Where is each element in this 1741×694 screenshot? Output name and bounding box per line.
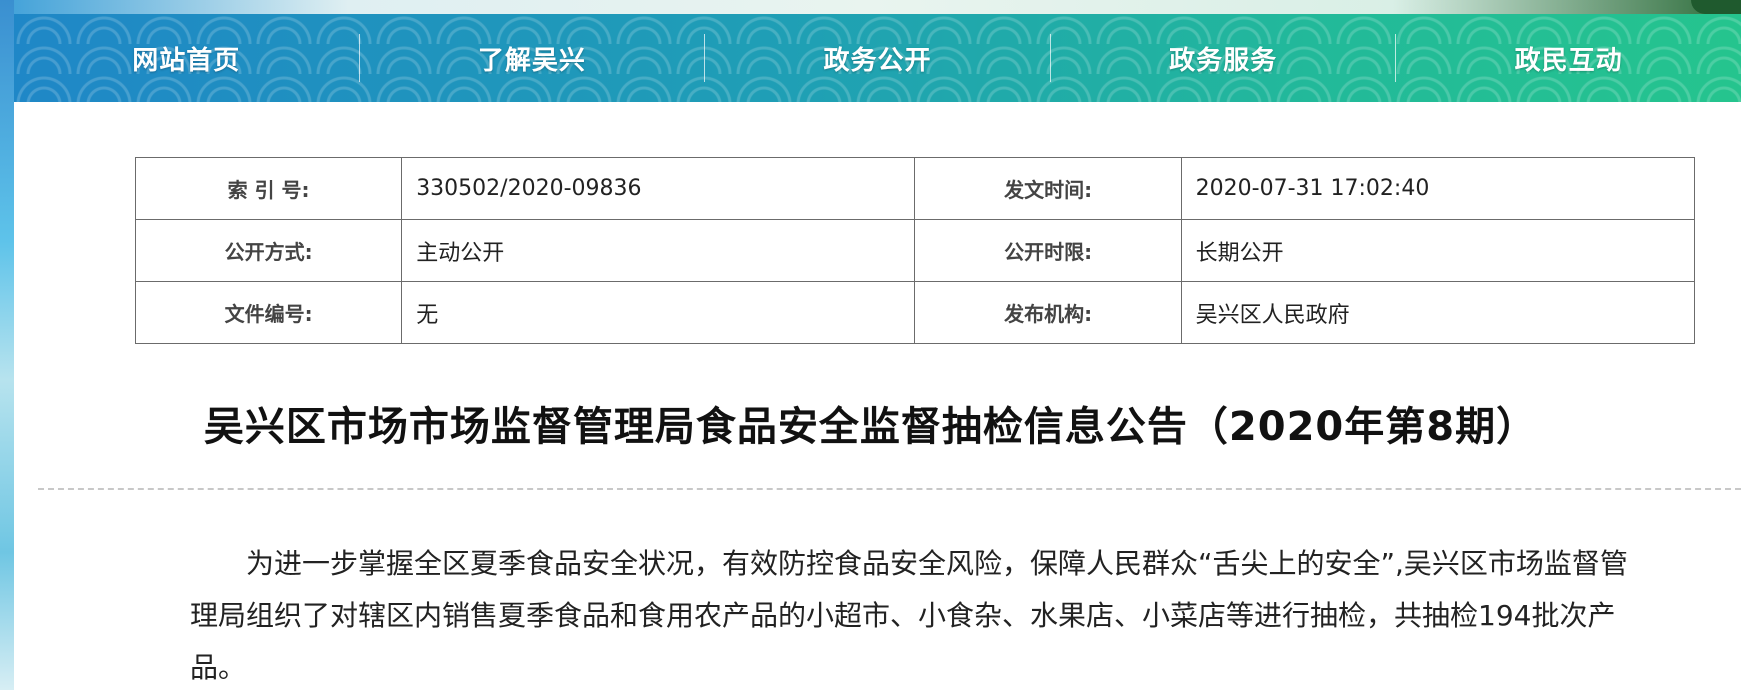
document-number-label: 文件编号: (134, 281, 403, 344)
index-number-label: 索 引 号: (134, 157, 403, 220)
publish-time-label: 发文时间: (914, 157, 1182, 220)
nav-item-about[interactable]: 了解吴兴 (360, 40, 705, 77)
side-scenery (0, 0, 14, 690)
dashed-divider (38, 488, 1741, 490)
tree-decoration (1691, 0, 1741, 14)
publisher-label: 发布机构: (914, 281, 1182, 344)
disclosure-mode-label: 公开方式: (134, 219, 403, 282)
document-number-value: 无 (401, 281, 916, 344)
publish-time-value: 2020-07-31 17:02:40 (1180, 157, 1696, 220)
article-paragraph: 为进一步掌握全区夏季食品安全状况，有效防控食品安全风险，保障人民群众“舌尖上的安… (190, 547, 1628, 684)
disclosure-period-value: 长期公开 (1180, 219, 1696, 282)
disclosure-mode-value: 主动公开 (401, 219, 916, 282)
meta-row: 索 引 号: 330502/2020-09836 发文时间: 2020-07-3… (134, 157, 1696, 220)
nav-item-home[interactable]: 网站首页 (14, 40, 359, 77)
nav-item-gov-open[interactable]: 政务公开 (705, 40, 1050, 77)
index-number-value: 330502/2020-09836 (401, 157, 916, 220)
nav-item-interaction[interactable]: 政民互动 (1396, 40, 1741, 77)
header-scenery (0, 0, 1741, 14)
disclosure-period-label: 公开时限: (914, 219, 1182, 282)
publisher-value: 吴兴区人民政府 (1180, 281, 1696, 344)
meta-row: 文件编号: 无 发布机构: 吴兴区人民政府 (134, 281, 1696, 344)
article-title: 吴兴区市场市场监督管理局食品安全监督抽检信息公告（2020年第8期） (203, 404, 1538, 450)
main-nav: 网站首页 了解吴兴 政务公开 政务服务 政民互动 (14, 14, 1741, 102)
document-meta-table: 索 引 号: 330502/2020-09836 发文时间: 2020-07-3… (134, 157, 1696, 344)
meta-row: 公开方式: 主动公开 公开时限: 长期公开 (134, 219, 1696, 282)
nav-item-gov-service[interactable]: 政务服务 (1051, 40, 1396, 77)
